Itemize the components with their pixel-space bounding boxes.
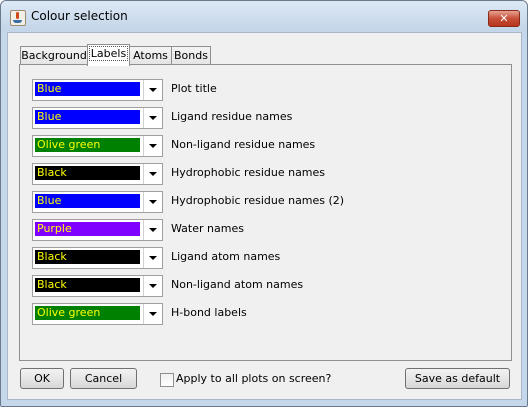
row-label: Hydrophobic residue names (2)	[171, 194, 345, 207]
row-label: Ligand atom names	[171, 250, 281, 263]
row-label: Non-ligand residue names	[171, 138, 316, 151]
chevron-down-icon[interactable]	[143, 276, 163, 296]
row-label: Plot title	[171, 82, 217, 95]
apply-all-label: Apply to all plots on screen?	[176, 372, 332, 385]
cancel-button[interactable]: Cancel	[70, 368, 137, 389]
chevron-down-icon[interactable]	[143, 248, 163, 268]
row-label: Non-ligand atom names	[171, 278, 304, 291]
close-button[interactable]: ✕	[488, 10, 520, 27]
chevron-down-icon[interactable]	[143, 220, 163, 240]
row-label: Hydrophobic residue names	[171, 166, 326, 179]
colour-dropdown[interactable]: Black	[32, 275, 163, 297]
tab-atoms[interactable]: Atoms	[129, 46, 172, 65]
tab-bonds[interactable]: Bonds	[171, 46, 211, 65]
title-bar: Colour selection ✕	[1, 1, 527, 31]
chevron-down-icon[interactable]	[143, 304, 163, 324]
colour-swatch: Blue	[35, 82, 140, 96]
colour-dropdown[interactable]: Purple	[32, 219, 163, 241]
colour-swatch: Black	[35, 278, 140, 292]
chevron-down-icon[interactable]	[143, 80, 163, 100]
save-as-default-button[interactable]: Save as default	[405, 368, 510, 389]
chevron-down-icon[interactable]	[143, 164, 163, 184]
labels-tab-panel: Blue Plot title Blue Ligand residue names Ol…	[19, 64, 512, 361]
chevron-down-icon[interactable]	[143, 108, 163, 128]
colour-swatch: Blue	[35, 194, 140, 208]
colour-swatch: Black	[35, 166, 140, 180]
row-label: Ligand residue names	[171, 110, 293, 123]
ok-button[interactable]: OK	[20, 368, 64, 389]
colour-swatch: Olive green	[35, 138, 140, 152]
chevron-down-icon[interactable]	[143, 136, 163, 156]
row-label: H-bond labels	[171, 306, 247, 319]
colour-swatch: Blue	[35, 110, 140, 124]
dialog-content: Background Labels Atoms Bonds Blue Plot t…	[7, 32, 522, 400]
colour-dropdown[interactable]: Blue	[32, 79, 163, 101]
tab-background[interactable]: Background	[20, 46, 88, 65]
colour-dropdown[interactable]: Black	[32, 163, 163, 185]
colour-selection-dialog: Colour selection ✕ Background Labels Ato…	[0, 0, 528, 407]
colour-dropdown[interactable]: Olive green	[32, 135, 163, 157]
chevron-down-icon[interactable]	[143, 192, 163, 212]
colour-swatch: Purple	[35, 222, 140, 236]
colour-dropdown[interactable]: Olive green	[32, 303, 163, 325]
colour-dropdown[interactable]: Blue	[32, 191, 163, 213]
tab-labels[interactable]: Labels	[87, 44, 130, 66]
colour-swatch: Olive green	[35, 306, 140, 320]
window-title: Colour selection	[31, 9, 128, 23]
colour-dropdown[interactable]: Black	[32, 247, 163, 269]
colour-dropdown[interactable]: Blue	[32, 107, 163, 129]
apply-all-checkbox[interactable]	[160, 373, 174, 387]
java-app-icon	[10, 10, 26, 26]
row-label: Water names	[171, 222, 244, 235]
colour-swatch: Black	[35, 250, 140, 264]
